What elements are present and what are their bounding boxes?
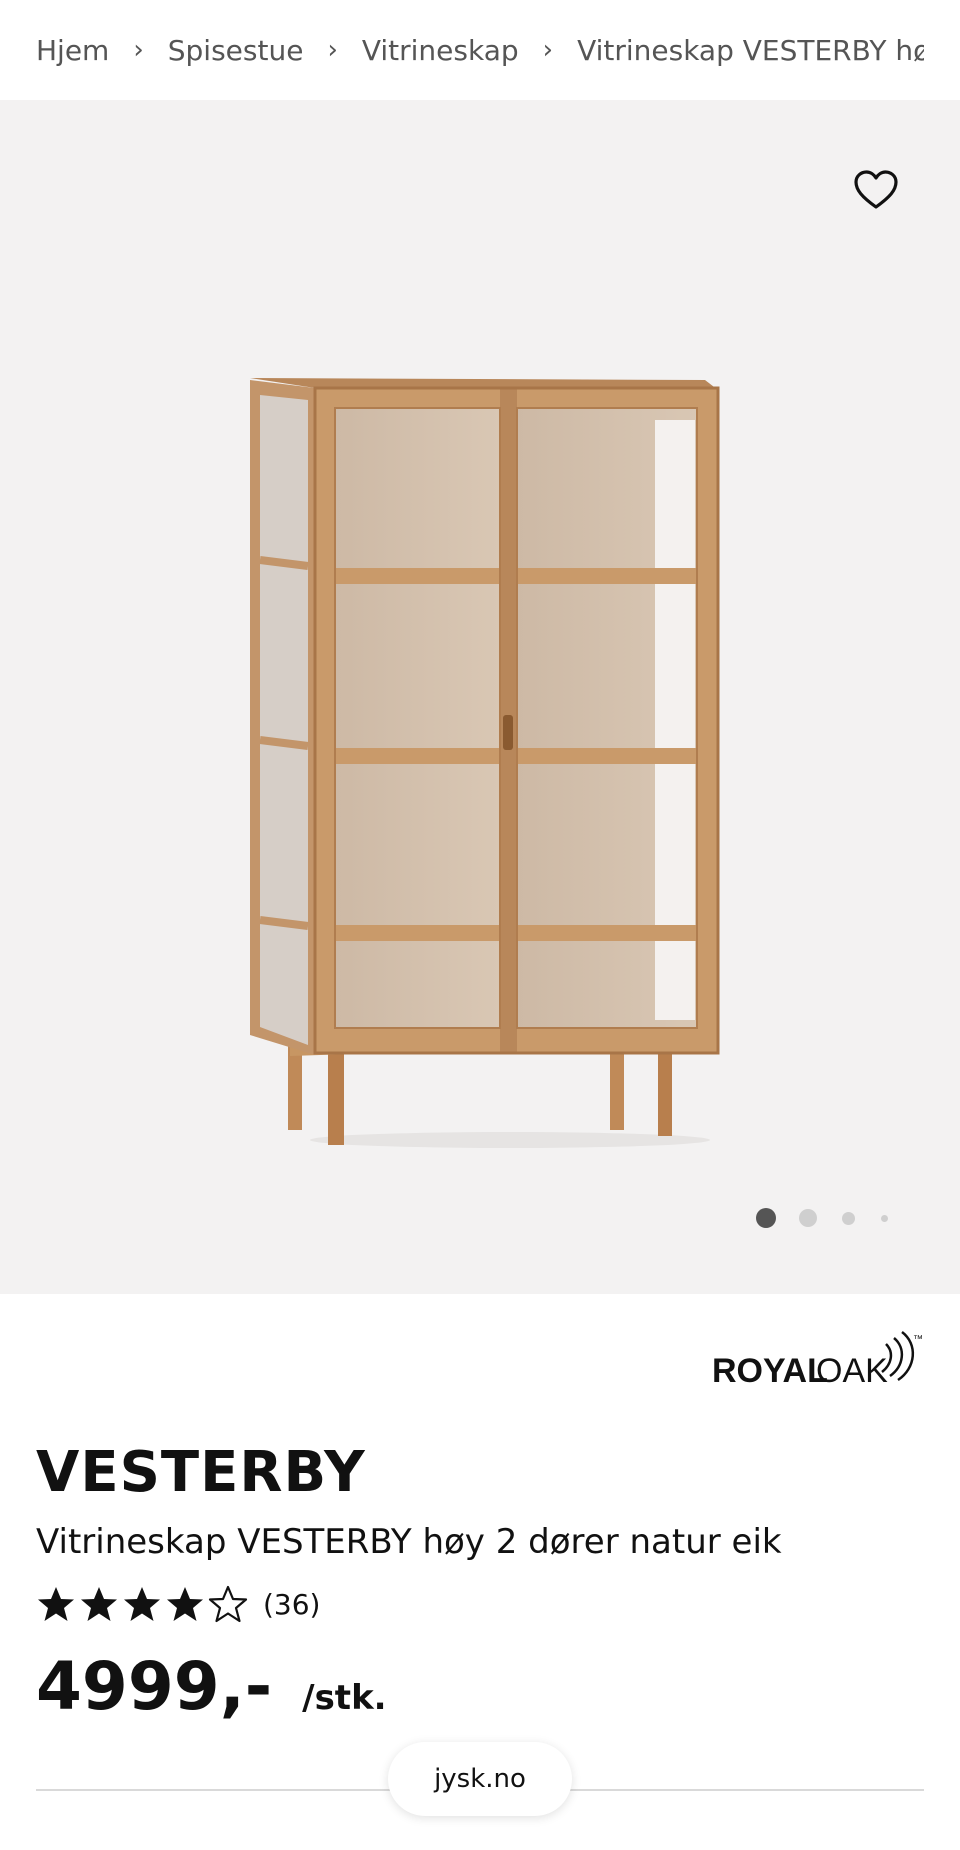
pagination-dot-4[interactable] bbox=[881, 1215, 888, 1222]
chevron-right-icon: › bbox=[133, 35, 144, 65]
pagination-dot-3[interactable] bbox=[842, 1212, 855, 1225]
product-gallery[interactable] bbox=[0, 100, 960, 1294]
pagination-dot-1[interactable] bbox=[756, 1208, 776, 1228]
gallery-pagination bbox=[0, 1203, 960, 1233]
star-filled-icon bbox=[124, 1587, 160, 1621]
chevron-right-icon: › bbox=[542, 35, 554, 65]
chevron-right-icon: › bbox=[327, 35, 338, 65]
star-filled-icon bbox=[81, 1587, 117, 1621]
svg-text:ROYAL: ROYAL bbox=[712, 1352, 828, 1390]
price-unit: /stk. bbox=[302, 1678, 387, 1718]
star-filled-icon bbox=[38, 1587, 74, 1621]
pagination-dot-2[interactable] bbox=[799, 1209, 817, 1227]
star-empty-icon bbox=[208, 1585, 248, 1623]
breadcrumb: Hjem › Spisestue › Vitrineskap › Vitrine… bbox=[36, 0, 924, 100]
price: 4999,- bbox=[36, 1648, 273, 1725]
product-image-cabinet[interactable] bbox=[230, 230, 750, 1150]
breadcrumb-home[interactable]: Hjem bbox=[36, 34, 109, 67]
star-filled-icon bbox=[167, 1587, 203, 1621]
royal-oak-logo: ROYAL OAK ™ bbox=[712, 1331, 923, 1390]
price-row: 4999,- /stk. bbox=[36, 1648, 387, 1725]
review-count: (36) bbox=[263, 1587, 321, 1621]
product-name: VESTERBY bbox=[36, 1440, 366, 1505]
rating[interactable]: (36) bbox=[36, 1582, 320, 1626]
url-text: jysk.no bbox=[434, 1764, 526, 1794]
browser-url-pill[interactable]: jysk.no bbox=[388, 1742, 572, 1816]
breadcrumb-spisestue[interactable]: Spisestue bbox=[168, 34, 304, 67]
svg-text:OAK: OAK bbox=[816, 1352, 888, 1390]
heart-icon[interactable] bbox=[852, 166, 900, 214]
svg-text:™: ™ bbox=[913, 1334, 923, 1345]
product-description: Vitrineskap VESTERBY høy 2 dører natur e… bbox=[36, 1522, 782, 1562]
breadcrumb-current[interactable]: Vitrineskap VESTERBY høy 2 d bbox=[577, 34, 924, 67]
product-page: Hjem › Spisestue › Vitrineskap › Vitrine… bbox=[0, 0, 960, 1850]
breadcrumb-vitrineskap[interactable]: Vitrineskap bbox=[362, 34, 519, 67]
